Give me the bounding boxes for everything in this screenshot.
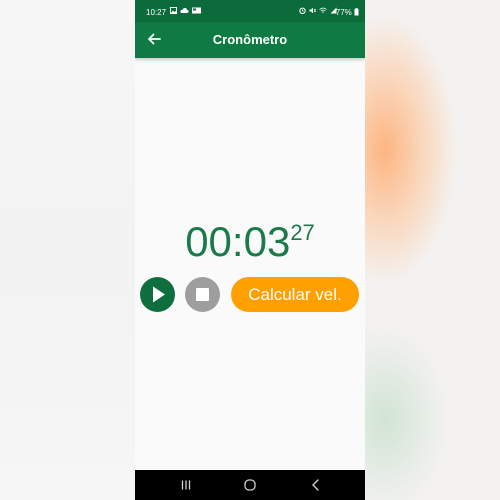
image-icon [170, 7, 177, 14]
page-title: Cronômetro [212, 32, 288, 47]
wifi-icon [319, 7, 327, 13]
status-right-icons [299, 7, 337, 16]
timer-centiseconds: 27 [290, 220, 315, 245]
app-bar: Cronômetro [135, 22, 365, 58]
stop-icon [196, 288, 209, 301]
news-icon [191, 7, 201, 14]
stopwatch-controls: Calcular vel. [140, 276, 362, 312]
blurred-background-left [0, 0, 135, 500]
back-icon[interactable] [308, 478, 324, 492]
blurred-background-right [365, 0, 500, 500]
stop-button[interactable] [185, 277, 220, 312]
status-bar: 10:27 77% [135, 0, 365, 22]
phone-screen: 10:27 77% Cronômetro 00:0327 Calcular ve… [135, 0, 365, 500]
play-button[interactable] [140, 277, 175, 312]
recent-apps-icon[interactable] [178, 478, 194, 492]
battery-icon [354, 8, 359, 16]
system-navigation-bar [135, 470, 365, 500]
home-icon[interactable] [242, 478, 258, 492]
timer-main-value: 00:03 [185, 218, 291, 265]
status-time: 10:27 [146, 8, 167, 17]
cloud-icon [180, 8, 189, 13]
play-icon [153, 286, 165, 303]
battery-percent: 77% [335, 8, 352, 17]
calculate-speed-button[interactable]: Calcular vel. [231, 277, 359, 312]
mute-icon [309, 7, 317, 14]
alarm-icon [299, 7, 306, 14]
status-left-icons [170, 7, 201, 16]
stopwatch-display: 00:0327 [135, 218, 365, 266]
